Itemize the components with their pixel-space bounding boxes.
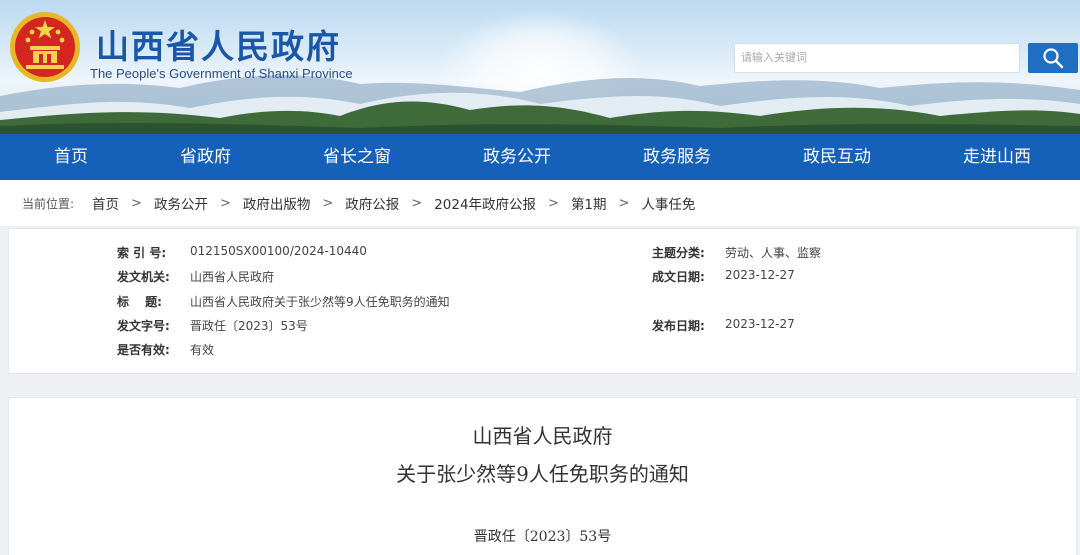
meta-value-index: 012150SX00100/2024-10440 (190, 244, 367, 258)
meta-row-validity: 是否有效: 有效 (117, 341, 214, 358)
nav-item-provincial-government[interactable]: 省政府 (180, 134, 231, 180)
nav-item-government-services[interactable]: 政务服务 (643, 134, 711, 180)
breadcrumb-item-government-affairs[interactable]: 政务公开 (154, 193, 208, 213)
breadcrumb-separator: > (411, 195, 423, 211)
meta-key-created-date: 成文日期: (652, 270, 705, 284)
meta-key-published-date: 发布日期: (652, 319, 705, 333)
site-subtitle: The People's Government of Shanxi Provin… (90, 66, 353, 81)
meta-value-published-date: 2023-12-27 (725, 317, 795, 331)
meta-key-validity: 是否有效: (117, 343, 170, 357)
search-icon (1043, 48, 1064, 69)
nav-item-governor-window[interactable]: 省长之窗 (323, 134, 391, 180)
document-metadata-panel: 索 引 号: 012150SX00100/2024-10440 发文机关: 山西… (8, 228, 1077, 374)
meta-key-category: 主题分类: (652, 246, 705, 260)
meta-row-document-number: 发文字号: 晋政任〔2023〕53号 (117, 317, 308, 334)
meta-value-issuer: 山西省人民政府 (190, 270, 275, 284)
breadcrumb-separator: > (322, 195, 334, 211)
meta-value-validity: 有效 (190, 343, 215, 357)
meta-key-index: 索 引 号: (117, 246, 167, 260)
site-title[interactable]: 山西省人民政府 (96, 20, 341, 68)
search-button[interactable] (1028, 43, 1078, 73)
meta-row-published-date: 发布日期: 2023-12-27 (652, 317, 795, 334)
meta-key-document-number: 发文字号: (117, 319, 170, 333)
meta-value-created-date: 2023-12-27 (725, 268, 795, 282)
search-input[interactable] (734, 43, 1020, 73)
breadcrumb-item-appointments[interactable]: 人事任免 (641, 193, 695, 213)
meta-row-title: 标 题: 山西省人民政府关于张少然等9人任免职务的通知 (117, 293, 450, 310)
nav-item-about-shanxi[interactable]: 走进山西 (963, 134, 1031, 180)
nav-item-home[interactable]: 首页 (54, 134, 88, 180)
breadcrumb-item-publications[interactable]: 政府出版物 (243, 193, 311, 213)
breadcrumb: 当前位置: 首页 > 政务公开 > 政府出版物 > 政府公报 > 2024年政府… (0, 180, 1080, 226)
meta-value-document-number: 晋政任〔2023〕53号 (190, 319, 308, 333)
breadcrumb-separator: > (548, 195, 559, 211)
meta-row-category: 主题分类: 劳动、人事、监察 (652, 244, 821, 261)
main-nav: 首页 省政府 省长之窗 政务公开 政务服务 政民互动 走进山西 (0, 134, 1080, 180)
document-title: 关于张少然等9人任免职务的通知 (396, 462, 689, 486)
breadcrumb-item-issue-1[interactable]: 第1期 (571, 193, 607, 213)
breadcrumb-separator: > (618, 195, 630, 211)
national-emblem-icon (10, 12, 80, 82)
meta-row-created-date: 成文日期: 2023-12-27 (652, 268, 795, 285)
document-number: 晋政任〔2023〕53号 (473, 529, 612, 545)
meta-row-issuer: 发文机关: 山西省人民政府 (117, 268, 274, 285)
document-body: 山西省人民政府 关于张少然等9人任免职务的通知 晋政任〔2023〕53号 (8, 397, 1077, 555)
breadcrumb-separator: > (219, 195, 231, 211)
breadcrumb-label: 当前位置: (22, 196, 75, 211)
meta-row-index: 索 引 号: 012150SX00100/2024-10440 (117, 244, 367, 261)
document-issuer: 山西省人民政府 (472, 424, 613, 448)
breadcrumb-separator: > (131, 195, 142, 211)
breadcrumb-item-home[interactable]: 首页 (92, 193, 119, 213)
meta-key-issuer: 发文机关: (117, 270, 170, 284)
breadcrumb-item-gazette-2024[interactable]: 2024年政府公报 (434, 193, 536, 213)
header-banner: 山西省人民政府 The People's Government of Shanx… (0, 0, 1080, 134)
breadcrumb-item-gazette[interactable]: 政府公报 (345, 193, 399, 213)
meta-key-title: 标 题: (117, 295, 162, 309)
meta-value-category: 劳动、人事、监察 (725, 246, 822, 260)
meta-value-title: 山西省人民政府关于张少然等9人任免职务的通知 (190, 295, 450, 309)
nav-item-public-interaction[interactable]: 政民互动 (803, 134, 871, 180)
nav-item-government-affairs[interactable]: 政务公开 (483, 134, 551, 180)
